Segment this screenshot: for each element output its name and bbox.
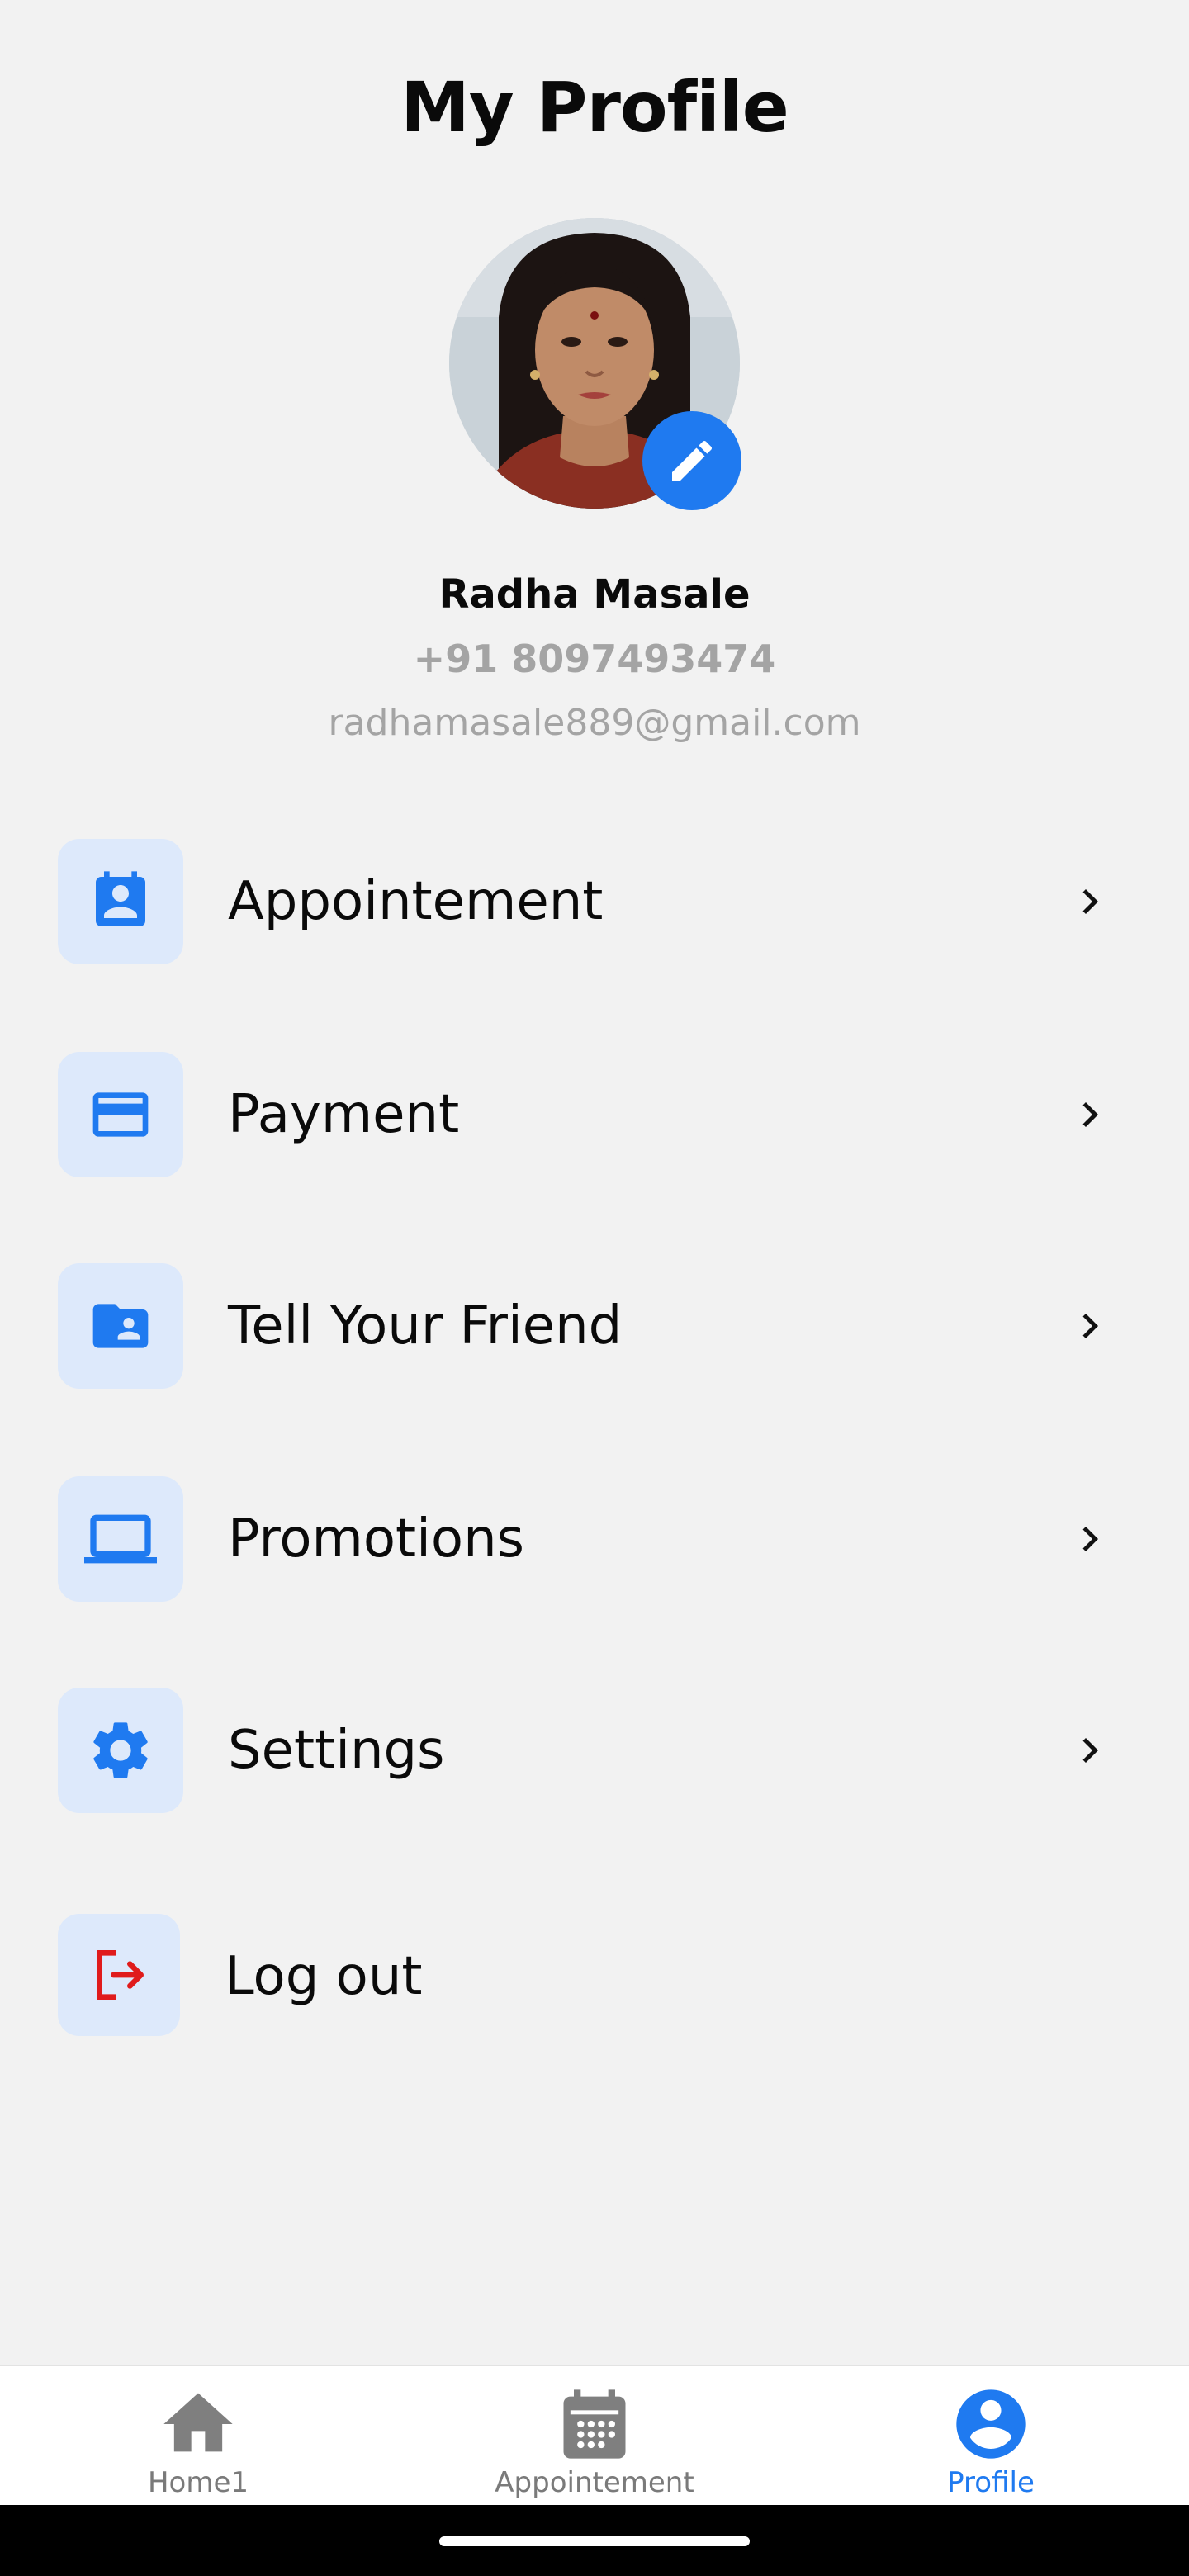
menu-label: Payment [228, 1084, 460, 1145]
menu-icon-box [58, 1263, 183, 1389]
menu-icon-box [58, 1052, 183, 1177]
bottom-navigation: Home1 Appointement Profile [0, 2365, 1189, 2507]
nav-item-home[interactable]: Home1 [0, 2366, 396, 2507]
menu-label: Appointement [228, 871, 604, 932]
pencil-icon [672, 440, 713, 481]
menu-icon-box [58, 1914, 180, 2036]
menu-item-appointement[interactable]: Appointement [0, 839, 1189, 964]
chevron-right-icon [1082, 889, 1098, 914]
menu-item-settings[interactable]: Settings [0, 1688, 1189, 1813]
nav-label: Appointement [495, 2466, 694, 2499]
menu-item-logout[interactable]: Log out [0, 1914, 1189, 2039]
laptop-icon [84, 1514, 157, 1564]
nav-label: Profile [947, 2466, 1035, 2499]
menu-label: Tell Your Friend [228, 1295, 623, 1357]
user-phone: +91 8097493474 [413, 637, 776, 681]
menu-item-tell-your-friend[interactable]: Tell Your Friend [0, 1263, 1189, 1389]
contact-calendar-icon [96, 871, 145, 926]
menu-label: Promotions [228, 1508, 524, 1570]
profile-avatar-container [449, 218, 741, 510]
menu-item-payment[interactable]: Payment [0, 1052, 1189, 1177]
home-icon [163, 2393, 233, 2452]
nav-label: Home1 [147, 2466, 249, 2499]
menu-label: Settings [228, 1720, 445, 1781]
account-circle-icon [956, 2389, 1026, 2459]
credit-card-icon [92, 1092, 149, 1137]
chevron-right-icon [1082, 1102, 1098, 1127]
chevron-right-icon [1082, 1314, 1098, 1338]
calendar-icon [563, 2389, 626, 2459]
chevron-right-icon [1082, 1738, 1098, 1763]
menu-icon-box [58, 839, 183, 964]
nav-item-profile[interactable]: Profile [793, 2366, 1189, 2507]
menu-item-promotions[interactable]: Promotions [0, 1476, 1189, 1602]
menu-icon-box [58, 1688, 183, 1813]
shared-folder-icon [92, 1304, 149, 1348]
gear-icon [93, 1722, 148, 1778]
menu-label: Log out [225, 1946, 423, 2007]
home-indicator[interactable] [439, 2536, 750, 2546]
menu-icon-box [58, 1476, 183, 1602]
nav-item-appointement[interactable]: Appointement [396, 2366, 793, 2507]
user-email: radhamasale889@gmail.com [328, 702, 861, 744]
chevron-right-icon [1082, 1527, 1098, 1551]
page-title: My Profile [400, 67, 789, 148]
logout-icon [97, 1950, 144, 2000]
system-navigation-bar [0, 2505, 1189, 2576]
user-name: Radha Masale [438, 571, 751, 618]
edit-avatar-button[interactable] [642, 411, 741, 510]
